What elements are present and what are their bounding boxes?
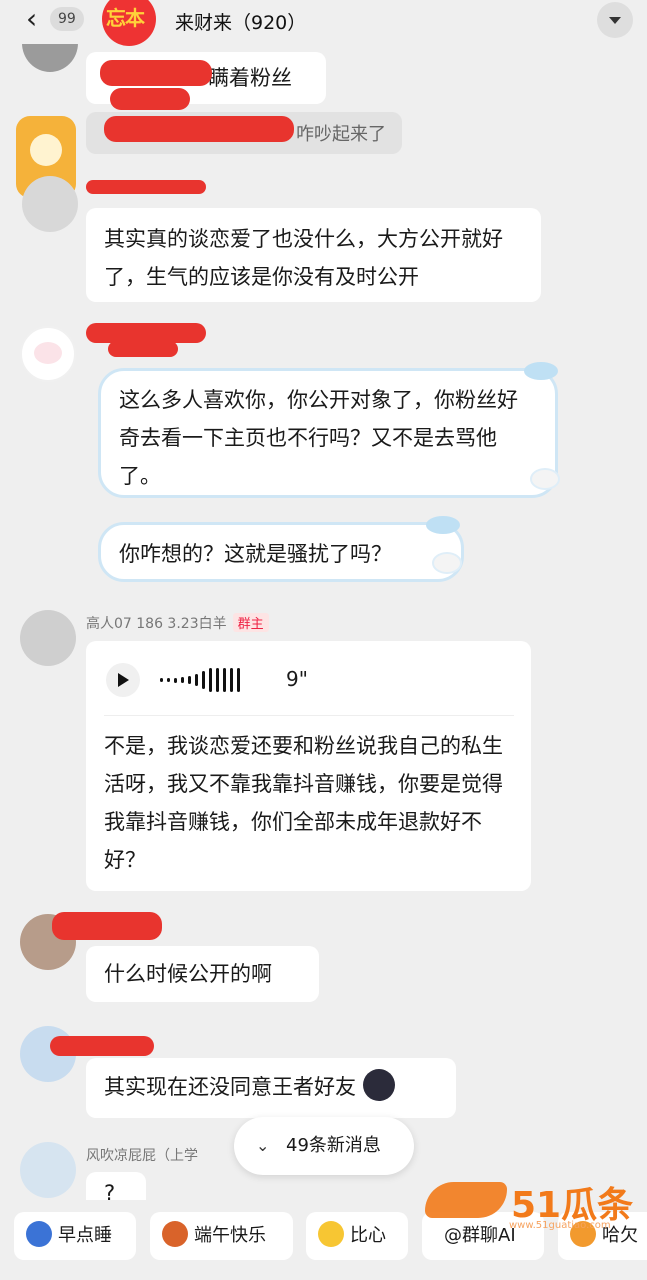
chat-header: ‹ 99 忘本 来财来（920）: [0, 0, 647, 46]
quick-reply-chip[interactable]: 早点睡: [14, 1212, 136, 1260]
message-text: 什么时候公开的啊: [104, 962, 272, 986]
fish-sticker-icon: [426, 516, 460, 534]
new-messages-label: 49条新消息: [286, 1135, 381, 1156]
seal-sticker-icon: [530, 468, 560, 490]
quick-reply-chip[interactable]: 比心: [306, 1212, 408, 1260]
redaction-mark: [52, 912, 162, 940]
owner-avatar[interactable]: [20, 610, 76, 666]
message-text: 你咋想的？这就是骚扰了吗？: [119, 542, 392, 566]
quick-reply-chip[interactable]: 端午快乐: [150, 1212, 293, 1260]
redaction-mark: [108, 341, 178, 357]
chip-label: 端午快乐: [194, 1225, 266, 1246]
redaction-mark: [100, 60, 212, 86]
double-chevron-down-icon: ⌄: [256, 1136, 270, 1155]
chip-label: 早点睡: [58, 1225, 112, 1246]
avatar[interactable]: [20, 1142, 76, 1198]
message-bubble[interactable]: 什么时候公开的啊: [86, 946, 319, 1002]
voice-waveform-icon: [160, 665, 240, 695]
redaction-mark: [86, 180, 206, 194]
sleep-emoji-icon: [26, 1221, 52, 1247]
bear-avatar[interactable]: [20, 326, 76, 382]
sender-name-row: 高人07 186 3.23白羊 群主: [86, 613, 269, 633]
redaction-mark: [50, 1036, 154, 1056]
moon-emoji-icon: [362, 1069, 395, 1101]
message-bubble[interactable]: 其实现在还没同意王者好友: [86, 1058, 456, 1118]
avatar[interactable]: [22, 176, 78, 232]
divider: [104, 715, 514, 716]
voice-message-card[interactable]: 9" 不是，我谈恋爱还要和粉丝说我自己的私生活呀，我又不靠我靠抖音赚钱，你要是觉…: [86, 641, 531, 891]
group-avatar[interactable]: 忘本: [102, 0, 156, 46]
message-text: 其实真的谈恋爱了也没什么，大方公开就好了，生气的应该是你没有及时公开: [104, 227, 503, 289]
group-title[interactable]: 来财来（920）: [175, 8, 306, 35]
owner-badge: 群主: [232, 613, 269, 632]
unread-count-badge[interactable]: 99: [50, 7, 84, 31]
chevron-down-icon[interactable]: [597, 2, 633, 38]
back-arrow-icon[interactable]: ‹: [26, 5, 37, 33]
voice-duration: 9": [286, 667, 308, 691]
message-bubble[interactable]: 这么多人喜欢你，你公开对象了，你粉丝好奇去看一下主页也不行吗？又不是去骂他了。: [98, 368, 558, 498]
redaction-mark: [104, 116, 294, 142]
voice-transcript: 不是，我谈恋爱还要和粉丝说我自己的私生活呀，我又不靠我靠抖音赚钱，你要是觉得我靠…: [104, 734, 503, 872]
sender-name: 风吹凉屁屁（上学: [86, 1148, 198, 1164]
dragon-emoji-icon: [162, 1221, 188, 1247]
chip-label: 比心: [350, 1225, 386, 1246]
fish-logo-icon: [425, 1182, 507, 1218]
fish-sticker-icon: [524, 362, 558, 380]
message-bubble[interactable]: 你咋想的？这就是骚扰了吗？: [98, 522, 464, 582]
message-text: 这么多人喜欢你，你公开对象了，你粉丝好奇去看一下主页也不行吗？又不是去骂他了。: [119, 388, 518, 488]
seal-sticker-icon: [432, 552, 462, 574]
message-bubble[interactable]: 其实真的谈恋爱了也没什么，大方公开就好了，生气的应该是你没有及时公开: [86, 208, 541, 302]
redaction-mark: [86, 323, 206, 343]
quoted-text: 咋吵起来了: [296, 124, 386, 145]
message-text: 其实现在还没同意王者好友: [104, 1075, 356, 1099]
redaction-mark: [110, 88, 190, 110]
group-avatar-text: 忘本: [106, 6, 145, 30]
new-messages-button[interactable]: ⌄ 49条新消息: [234, 1117, 414, 1175]
message-text: 瞒着粉丝: [208, 66, 292, 90]
heart-hands-emoji-icon: [318, 1221, 344, 1247]
sender-name: 高人07 186 3.23白羊: [86, 616, 227, 632]
chip-label: @群聊AI: [444, 1225, 516, 1246]
play-icon[interactable]: [106, 663, 140, 697]
watermark-url: www.51guatiao.com: [509, 1220, 611, 1231]
